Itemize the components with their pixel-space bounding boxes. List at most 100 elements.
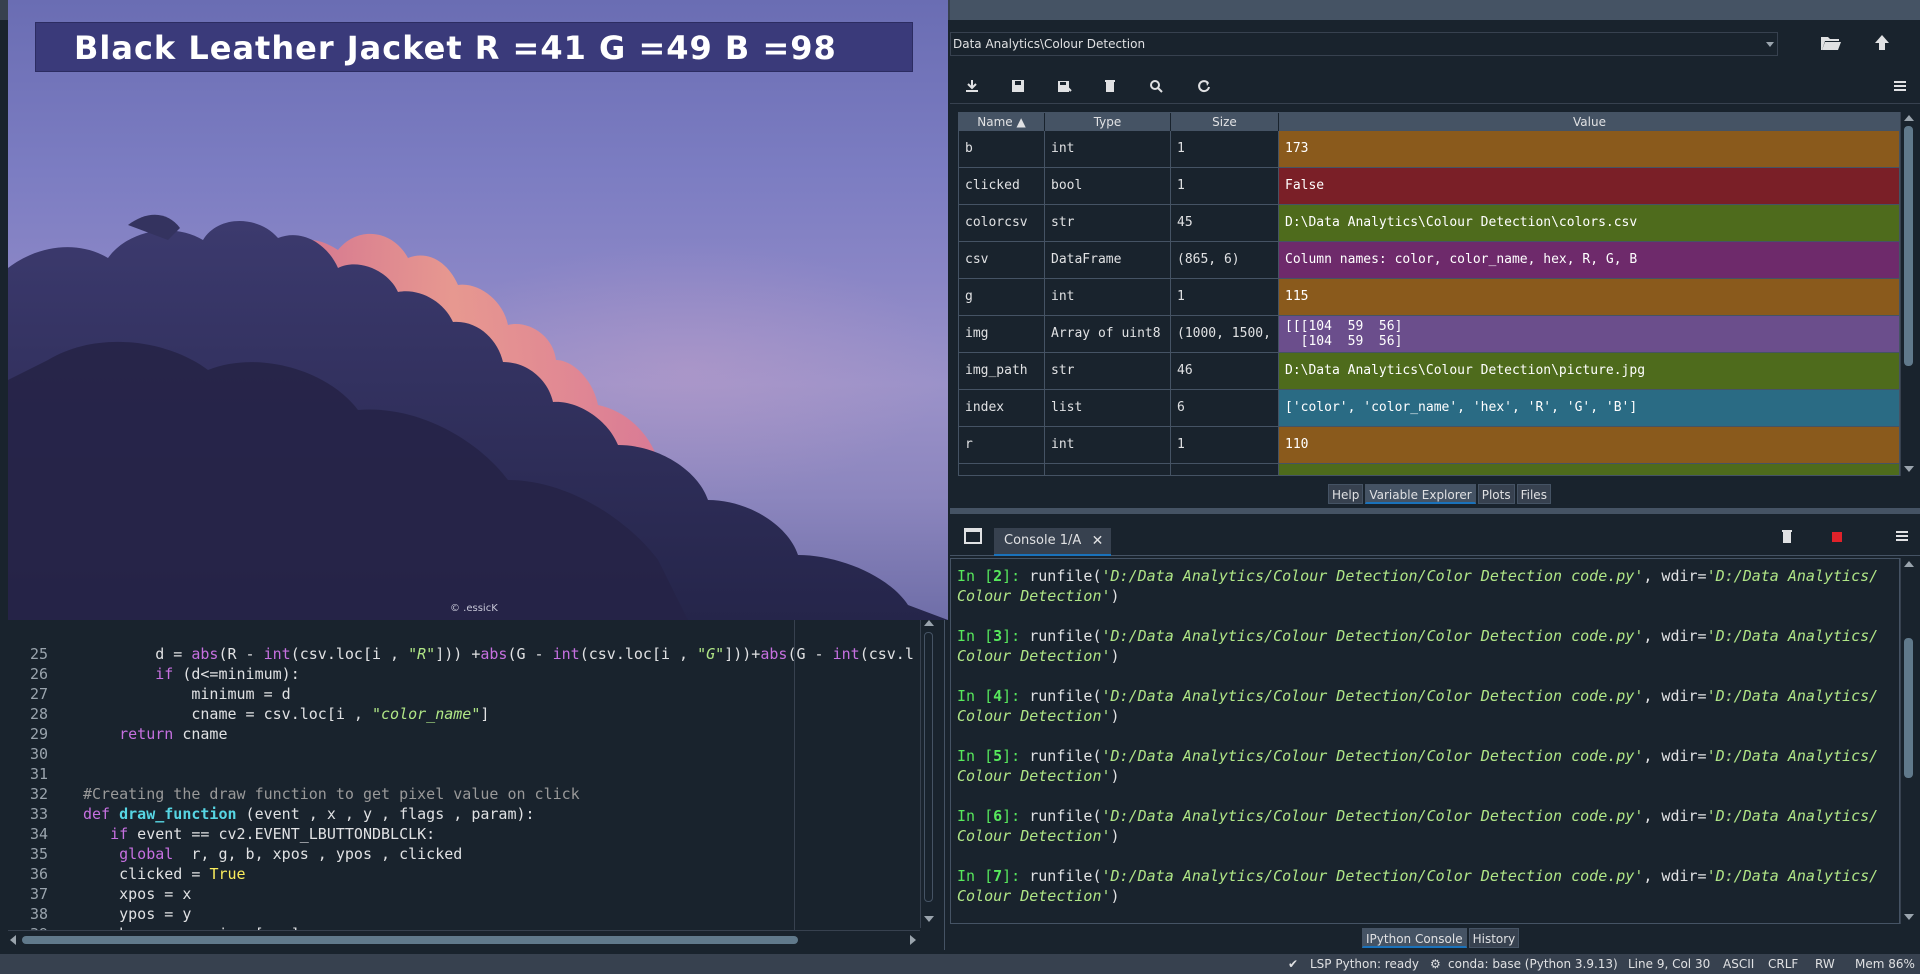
cell-name[interactable]: clicked <box>959 168 1045 204</box>
save-icon[interactable] <box>1010 78 1032 98</box>
cell-value[interactable]: 173 <box>1279 131 1899 167</box>
column-header-type[interactable]: Type <box>1045 113 1171 131</box>
image-window[interactable]: Black Leather Jacket R =41 G =49 B =98 ©… <box>8 0 948 620</box>
cell-value[interactable]: 110 <box>1279 427 1899 463</box>
hamburger-menu-icon[interactable] <box>1892 78 1914 98</box>
cell-type[interactable]: str <box>1045 205 1171 241</box>
tab-console-1a[interactable]: Console 1/A ✕ <box>994 528 1112 556</box>
table-row[interactable]: index list 6 ['color', 'color_name', 'hex',… <box>959 390 1899 427</box>
variable-explorer-table[interactable]: Name ▲ Type Size Value b int 1 173 clicked bo… <box>958 112 1900 476</box>
code-line[interactable]: 32 #Creating the draw function to get pix… <box>0 784 940 804</box>
column-header-size[interactable]: Size <box>1171 113 1279 131</box>
cell-value[interactable]: D:\Data Analytics\Colour Detection\color… <box>1279 205 1899 241</box>
close-icon[interactable]: ✕ <box>1092 532 1104 550</box>
code-line[interactable]: 37 xpos = x <box>0 884 940 904</box>
cell-type[interactable]: str <box>1045 353 1171 389</box>
cell-name[interactable]: text <box>959 464 1045 475</box>
cell-name[interactable]: img_path <box>959 353 1045 389</box>
cell-type[interactable]: bool <box>1045 168 1171 204</box>
scroll-up-arrow-icon[interactable] <box>924 620 934 626</box>
table-row[interactable]: clicked bool 1 False <box>959 168 1899 205</box>
lsp-status[interactable]: LSP Python: ready <box>1310 954 1419 974</box>
cell-size[interactable]: (1000, 1500, 3) <box>1171 316 1279 352</box>
editor-vertical-scrollbar[interactable] <box>920 618 936 928</box>
tab-variable-explorer[interactable]: Variable Explorer <box>1365 484 1476 504</box>
tab-ipython-console[interactable]: IPython Console <box>1362 928 1467 948</box>
table-row[interactable]: img_path str 46 D:\Data Analytics\Colour De… <box>959 353 1899 390</box>
conda-env[interactable]: conda: base (Python 3.9.13) <box>1448 954 1618 974</box>
cell-type[interactable]: DataFrame <box>1045 242 1171 278</box>
cell-size[interactable]: 28 <box>1171 464 1279 475</box>
cell-type[interactable]: int <box>1045 279 1171 315</box>
cell-value[interactable]: [[[104 59 56] [104 59 56] <box>1279 316 1899 352</box>
table-row[interactable]: imgArray of uint8(1000, 1500, 3)[[[104 5… <box>959 316 1899 353</box>
column-header-value[interactable]: Value <box>1279 113 1899 131</box>
new-window-icon[interactable] <box>964 528 982 544</box>
cell-type[interactable]: int <box>1045 131 1171 167</box>
cell-name[interactable]: b <box>959 131 1045 167</box>
cell-value[interactable]: Column names: color, color_name, hex, R,… <box>1279 242 1899 278</box>
cell-name[interactable]: img <box>959 316 1045 352</box>
code-line[interactable]: 34 if event == cv2.EVENT_LBUTTONDBLCLK: <box>0 824 940 844</box>
cell-size[interactable]: 1 <box>1171 168 1279 204</box>
cell-size[interactable]: 1 <box>1171 131 1279 167</box>
tab-files[interactable]: Files <box>1516 484 1551 504</box>
cell-type[interactable]: int <box>1045 427 1171 463</box>
import-data-icon[interactable] <box>964 78 986 98</box>
cell-name[interactable]: index <box>959 390 1045 426</box>
table-row[interactable]: colorcsv str 45 D:\Data Analytics\Colour De… <box>959 205 1899 242</box>
cell-size[interactable]: 6 <box>1171 390 1279 426</box>
code-line[interactable]: 28 cname = csv.loc[i , "color_name"] <box>0 704 940 724</box>
refresh-icon[interactable] <box>1196 78 1218 98</box>
stop-icon[interactable] <box>1832 532 1842 542</box>
scroll-down-arrow-icon[interactable] <box>1904 466 1914 472</box>
code-line[interactable]: 27 minimum = d <box>0 684 940 704</box>
pane-splitter[interactable] <box>950 508 1920 514</box>
hamburger-menu-icon[interactable] <box>1894 528 1910 544</box>
tab-help[interactable]: Help <box>1328 484 1364 504</box>
trash-icon[interactable] <box>1780 528 1796 546</box>
scroll-left-arrow-icon[interactable] <box>10 935 16 945</box>
console-scrollbar[interactable] <box>1900 558 1916 924</box>
path-combobox[interactable]: Data Analytics\Colour Detection <box>950 32 1778 56</box>
column-header-name[interactable]: Name ▲ <box>959 113 1045 131</box>
table-row[interactable]: textstr28Toolbox R =110 G =115 B =173 <box>959 464 1899 475</box>
editor-horizontal-scrollbar[interactable] <box>8 930 920 948</box>
cell-name[interactable]: r <box>959 427 1045 463</box>
scroll-down-arrow-icon[interactable] <box>924 916 934 922</box>
cell-name[interactable]: g <box>959 279 1045 315</box>
cell-size[interactable]: 1 <box>1171 279 1279 315</box>
scroll-thumb[interactable] <box>924 632 933 902</box>
arrow-up-icon[interactable] <box>1872 34 1896 54</box>
cell-size[interactable]: 45 <box>1171 205 1279 241</box>
tab-plots[interactable]: Plots <box>1477 484 1515 504</box>
cell-value[interactable]: Toolbox R =110 G =115 B =173 <box>1279 464 1899 475</box>
code-line[interactable]: 30 <box>0 744 940 764</box>
cell-name[interactable]: colorcsv <box>959 205 1045 241</box>
code-line[interactable]: 31 <box>0 764 940 784</box>
code-line[interactable]: 36 clicked = True <box>0 864 940 884</box>
scroll-down-arrow-icon[interactable] <box>1904 914 1914 920</box>
tab-history[interactable]: History <box>1468 928 1520 948</box>
variable-explorer-scrollbar[interactable] <box>1900 112 1916 476</box>
ipython-console[interactable]: In [2]: runfile('D:/Data Analytics/Colou… <box>950 558 1900 924</box>
cell-value[interactable]: D:\Data Analytics\Colour Detection\pictu… <box>1279 353 1899 389</box>
table-row[interactable]: r int 1 110 <box>959 427 1899 464</box>
cell-size[interactable]: 46 <box>1171 353 1279 389</box>
cell-type[interactable]: list <box>1045 390 1171 426</box>
save-as-icon[interactable] <box>1056 78 1078 98</box>
scroll-thumb[interactable] <box>1904 638 1913 778</box>
table-row[interactable]: b int 1 173 <box>959 131 1899 168</box>
scroll-up-arrow-icon[interactable] <box>1904 115 1914 121</box>
folder-open-icon[interactable] <box>1820 34 1844 54</box>
code-line[interactable]: 33 def draw_function (event , x , y , fla… <box>0 804 940 824</box>
table-row[interactable]: csv DataFrame (865, 6) Column names: color,… <box>959 242 1899 279</box>
cell-type[interactable]: Array of uint8 <box>1045 316 1171 352</box>
table-row[interactable]: g int 1 115 <box>959 279 1899 316</box>
scroll-thumb[interactable] <box>1904 126 1913 366</box>
code-line[interactable]: 38 ypos = y <box>0 904 940 924</box>
cell-value[interactable]: 115 <box>1279 279 1899 315</box>
cell-value[interactable]: ['color', 'color_name', 'hex', 'R', 'G',… <box>1279 390 1899 426</box>
scroll-thumb[interactable] <box>22 936 798 944</box>
scroll-right-arrow-icon[interactable] <box>910 935 916 945</box>
